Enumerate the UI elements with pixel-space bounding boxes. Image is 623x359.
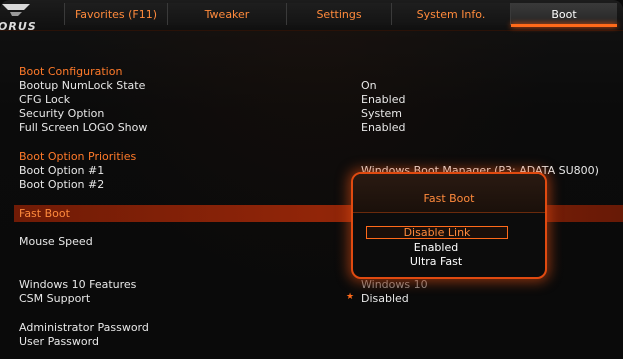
csm-support-label[interactable]: CSM Support: [19, 292, 90, 305]
boot-option-priorities-header: Boot Option Priorities: [19, 150, 137, 163]
csm-support-value[interactable]: Disabled: [361, 292, 409, 305]
administrator-password-label[interactable]: Administrator Password: [19, 321, 149, 334]
security-option-label[interactable]: Security Option: [19, 107, 104, 120]
tab-tweaker[interactable]: Tweaker: [167, 3, 286, 25]
tab-settings[interactable]: Settings: [286, 3, 391, 25]
windows-features-label[interactable]: Windows 10 Features: [19, 278, 136, 291]
star-icon: ★: [346, 292, 355, 302]
user-password-label[interactable]: User Password: [19, 335, 99, 348]
popup-option-disable-link[interactable]: Disable Link: [366, 226, 508, 239]
cfg-lock-value[interactable]: Enabled: [361, 93, 405, 106]
bios-screen: ORUS Favorites (F11) Tweaker Settings Sy…: [0, 0, 623, 359]
boot-configuration-header: Boot Configuration: [19, 65, 123, 78]
full-screen-logo-value[interactable]: Enabled: [361, 121, 405, 134]
bootup-numlock-label[interactable]: Bootup NumLock State: [19, 79, 145, 92]
popup-option-ultra-fast[interactable]: Ultra Fast: [366, 255, 506, 268]
windows-features-value[interactable]: Windows 10: [361, 278, 428, 291]
security-option-value[interactable]: System: [361, 107, 402, 120]
full-screen-logo-label[interactable]: Full Screen LOGO Show: [19, 121, 147, 134]
fast-boot-popup: Fast Boot Disable Link Enabled Ultra Fas…: [351, 172, 547, 279]
popup-header: Fast Boot: [353, 174, 545, 213]
cfg-lock-label[interactable]: CFG Lock: [19, 93, 70, 106]
bootup-numlock-value[interactable]: On: [361, 79, 377, 92]
aorus-logo: ORUS: [0, 2, 60, 33]
top-tab-bar: ORUS Favorites (F11) Tweaker Settings Sy…: [0, 0, 623, 33]
popup-option-enabled[interactable]: Enabled: [366, 241, 506, 254]
tab-favorites[interactable]: Favorites (F11): [64, 3, 167, 25]
popup-title: Fast Boot: [423, 192, 475, 205]
logo-text: ORUS: [0, 20, 37, 33]
boot-option-2-label[interactable]: Boot Option #2: [19, 178, 104, 191]
tab-boot[interactable]: Boot: [510, 3, 617, 27]
fast-boot-label[interactable]: Fast Boot: [19, 207, 70, 220]
mouse-speed-label[interactable]: Mouse Speed: [19, 235, 93, 248]
boot-option-1-label[interactable]: Boot Option #1: [19, 164, 104, 177]
tab-system-info[interactable]: System Info.: [391, 3, 510, 25]
